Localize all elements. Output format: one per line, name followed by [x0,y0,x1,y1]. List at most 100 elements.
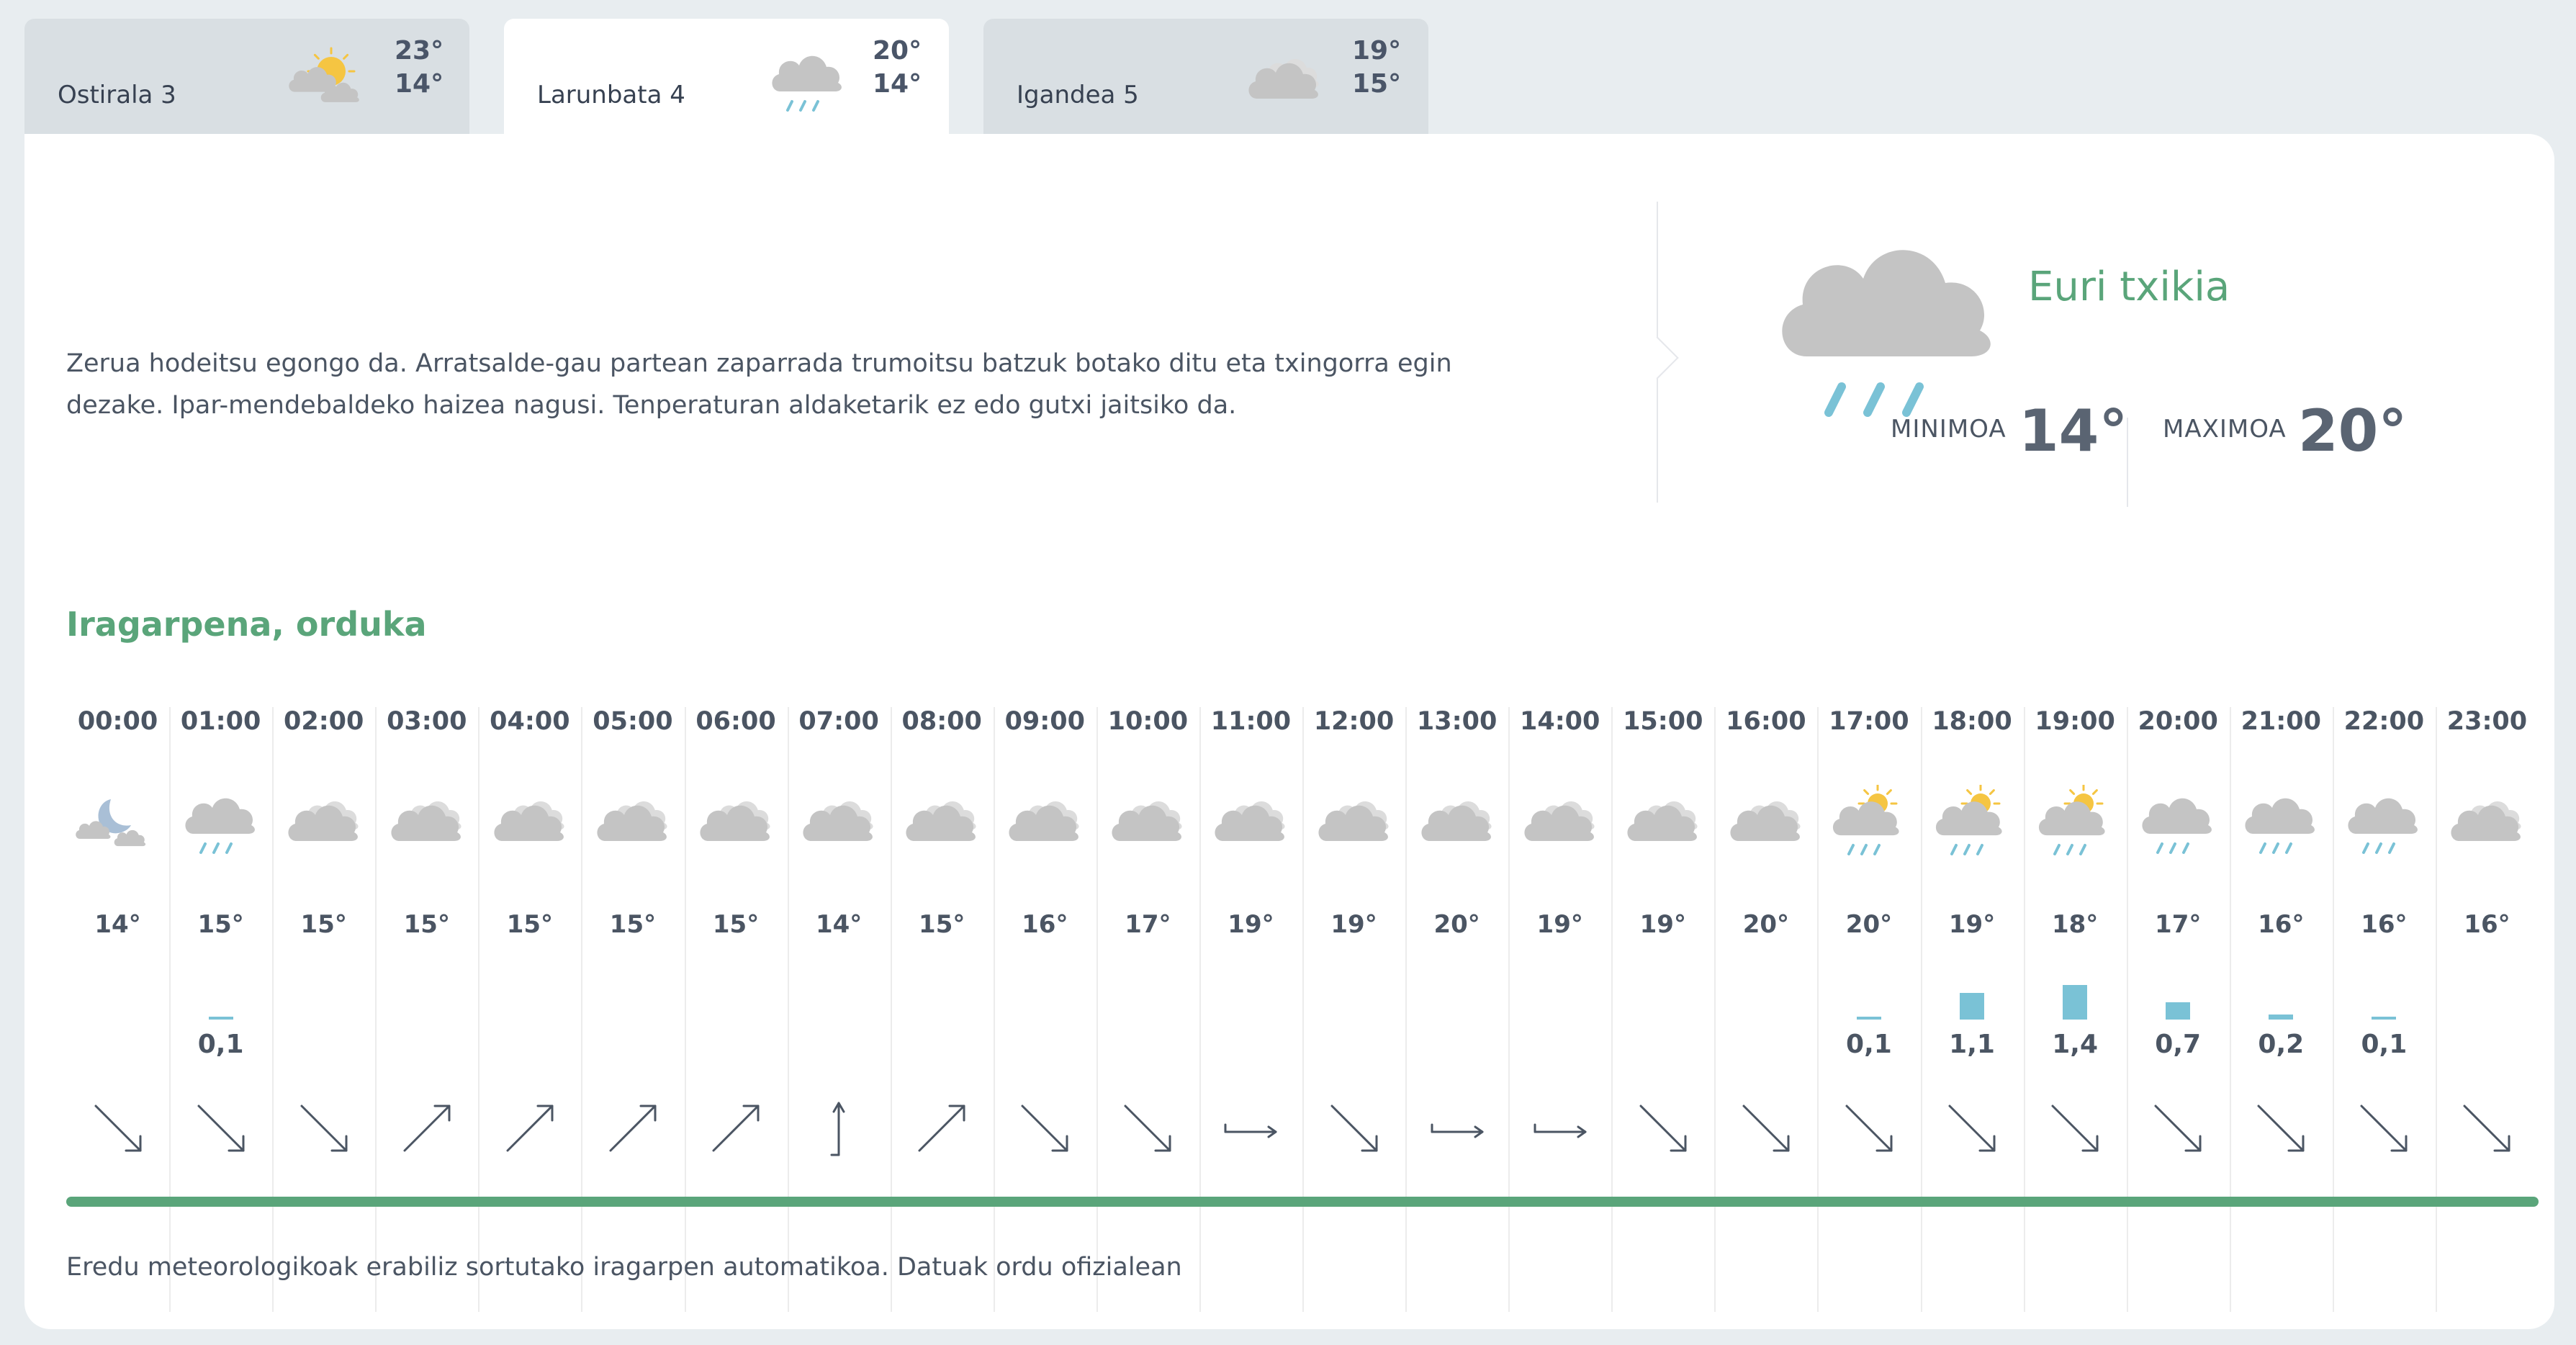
wind-arrow-icon [497,1096,562,1161]
wind-arrow-icon [2043,1096,2107,1161]
scroll-track[interactable] [66,1197,2539,1207]
hour-label: 06:00 [695,707,776,736]
hour-temp: 19° [1536,910,1583,939]
tab-igandea[interactable]: Igandea 5 19° 15° [983,19,1428,134]
column-divider [2229,707,2231,1312]
wind-arrow-icon [1012,1096,1077,1161]
hour-column: 21:00 16° 0,2 [2229,707,2333,1312]
tab-larunbata[interactable]: Larunbata 4 20° 14° [504,19,949,135]
hour-temp: 16° [2464,910,2510,939]
cloud-icon [1001,785,1088,864]
cloud-icon [796,785,882,864]
cloud-icon [1517,785,1603,864]
cloud-icon [384,785,470,864]
wind-arrow-icon [189,1096,253,1161]
cloud-icon [1104,785,1191,864]
hour-column: 22:00 16° 0,1 [2332,707,2436,1312]
hour-column: 11:00 19° [1199,707,1302,1312]
cloud-icon [590,785,676,864]
tab-ostirala[interactable]: Ostirala 3 23° 14° [24,19,469,134]
hour-label: 21:00 [2241,707,2321,736]
moon-cloud-icon [75,785,161,864]
column-divider [2023,707,2025,1312]
cloud-rain-icon [2135,785,2221,864]
wind-arrow-icon [2351,1096,2416,1161]
column-divider [1405,707,1408,1312]
cloud-rain-icon [765,39,851,125]
hour-label: 05:00 [593,707,673,736]
wind-arrow-icon [1734,1096,1798,1161]
wind-arrow-icon [2248,1096,2313,1161]
hour-temp: 14° [94,910,141,939]
hour-temp: 19° [1948,910,1996,939]
tab-day-label: Larunbata 4 [537,81,685,109]
hour-label: 04:00 [490,707,570,736]
sun-cloud-rain-icon [1929,783,2015,864]
hour-label: 02:00 [283,707,364,736]
column-divider [993,707,995,1312]
wind-arrow-icon [1528,1096,1593,1161]
cloud-icon [1414,785,1500,864]
hour-column: 04:00 15° [478,707,581,1312]
hour-column: 01:00 15° 0,1 [169,707,272,1312]
hour-temp: 15° [403,910,450,939]
hourly-title: Iragarpena, orduka [66,605,427,644]
wind-arrow-icon [395,1096,459,1161]
forecast-description: Zerua hodeitsu egongo da. Arratsalde-gau… [66,349,1452,420]
hour-column: 00:00 14° [66,707,169,1309]
wind-arrow-icon [86,1096,150,1161]
column-divider [1817,707,1819,1312]
hour-column: 13:00 20° [1405,707,1508,1312]
hour-temp: 17° [1125,910,1171,939]
cloud-icon [1311,785,1397,864]
sun-cloud-icon [288,39,374,125]
wind-arrow-icon [600,1096,665,1161]
column-divider [2126,707,2128,1312]
tab-min-temp: 14° [395,69,444,99]
hour-label: 14:00 [1519,707,1600,736]
tab-min-temp: 15° [1352,69,1402,99]
cloud-icon [899,785,985,864]
column-divider [1920,707,1922,1312]
cloud-icon [1241,39,1328,125]
hour-temp: 15° [197,910,244,939]
hour-temp: 18° [2051,910,2099,939]
hour-column: 16:00 20° [1714,707,1817,1312]
hour-temp: 15° [712,910,760,939]
hour-temp: 16° [1022,910,1068,939]
column-divider [272,707,274,1312]
hour-label: 20:00 [2138,707,2218,736]
precip-bar [2269,1015,2294,1020]
hour-temp: 17° [2155,910,2202,939]
wind-arrow-icon [806,1096,871,1161]
precip-value: 0,2 [2258,1030,2305,1059]
hour-temp: 19° [1639,910,1686,939]
cloud-icon [1207,785,1294,864]
hour-temp: 16° [2258,910,2305,939]
hour-column: 14:00 19° [1508,707,1611,1312]
hour-column: 10:00 17° [1096,707,1199,1312]
forecast-card: Zerua hodeitsu egongo da. Arratsalde-gau… [24,134,2554,1329]
cloud-icon [281,785,367,864]
hour-column: 12:00 19° [1302,707,1405,1312]
cloud-rain-icon [2238,785,2324,864]
precip-bar [2063,985,2088,1020]
wind-arrow-icon [1218,1096,1283,1161]
hour-label: 18:00 [1932,707,2012,736]
column-divider [1611,707,1613,1312]
column-divider [1096,707,1098,1312]
cloud-icon [2444,785,2530,864]
tab-max-temp: 19° [1352,36,1402,66]
wind-arrow-icon [2145,1096,2210,1161]
cloud-rain-icon [1760,206,2019,451]
column-divider [2435,707,2437,1312]
sun-cloud-rain-icon [1826,783,1912,864]
wind-arrow-icon [909,1096,974,1161]
cloud-icon [693,785,779,864]
sun-cloud-rain-icon [2032,783,2118,864]
condition-label: Euri txikia [2028,264,2230,310]
column-divider [169,707,171,1312]
hour-temp: 15° [506,910,554,939]
wind-arrow-icon [1322,1096,1387,1161]
tab-day-label: Igandea 5 [1017,81,1139,109]
